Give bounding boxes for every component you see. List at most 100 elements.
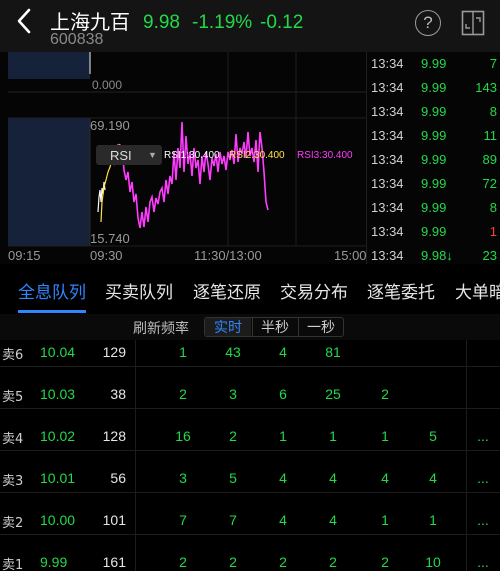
level-volume: 38 xyxy=(110,386,126,402)
level-label: 卖6 xyxy=(2,348,24,363)
tick-time: 13:34 xyxy=(371,80,404,95)
tick-price: 9.99 xyxy=(421,56,447,71)
rsi3-line xyxy=(117,121,269,229)
tick-price: 9.99 xyxy=(421,224,447,239)
order-book-row[interactable]: 卖4 10.02 128 16 2 1 1 1 5... xyxy=(0,411,500,451)
queue-order-size: 1 xyxy=(381,428,389,444)
queue-order-size: 1 xyxy=(329,428,337,444)
tick-row: 13:34 9.99 72 xyxy=(367,172,500,196)
level-price: 9.99 xyxy=(40,554,68,570)
queue-order-size: 4 xyxy=(279,470,287,486)
queue-order-size: 4 xyxy=(279,512,287,528)
order-book-row[interactable]: 卖3 10.01 56 3 5 4 4 4 4... xyxy=(0,453,500,493)
tick-volume: 143 xyxy=(475,80,497,95)
level-volume: 56 xyxy=(110,470,126,486)
tick-volume: 8 xyxy=(489,104,497,119)
stock-code: 600838 xyxy=(50,31,104,48)
queue-order-size: 1 xyxy=(381,512,389,528)
intraday-chart[interactable]: 0.000 RSI ▼ RSI1:30.400 RSI2:30.400 RSI3… xyxy=(0,52,367,264)
column-divider xyxy=(466,340,467,571)
queue-order-size: 2 xyxy=(179,386,187,402)
order-book-row[interactable]: 卖1 9.99 161 2 2 2 2 2 10... xyxy=(0,537,500,571)
tab-buy-sell-queue[interactable]: 买卖队列 xyxy=(105,278,173,303)
queue-order-size: 5 xyxy=(229,470,237,486)
queue-order-size: 43 xyxy=(225,344,241,360)
queue-order-size: 2 xyxy=(229,428,237,444)
level-volume: 129 xyxy=(102,344,126,360)
pre-market-rsi-area xyxy=(8,118,90,246)
tick-time: 13:34 xyxy=(371,248,404,263)
pre-market-volume-area xyxy=(8,52,90,79)
tab-tick-orders[interactable]: 逐笔委托 xyxy=(367,278,435,303)
tick-time: 13:34 xyxy=(371,104,404,119)
tick-volume: 7 xyxy=(489,56,497,71)
rsi3-legend: RSI3:30.400 xyxy=(297,150,353,161)
queue-order-size: 2 xyxy=(381,386,389,402)
queue-order-size: 2 xyxy=(229,554,237,570)
active-tab-indicator xyxy=(18,310,86,313)
rsi2-legend: RSI2:30.400 xyxy=(229,150,285,161)
fullscreen-icon[interactable] xyxy=(461,10,485,36)
time-label: 11:30/13:00 xyxy=(194,248,262,263)
queue-order-size: 5 xyxy=(429,428,437,444)
queue-order-size: 7 xyxy=(179,512,187,528)
queue-order-size: 6 xyxy=(279,386,287,402)
level-price: 10.03 xyxy=(40,386,76,402)
order-book[interactable]: 卖6 10.04 129 1 43 4 81 卖5 10.03 38 2 3 6 25 2 卖4 10.02 12… xyxy=(0,340,500,571)
level-label: 卖5 xyxy=(2,390,24,405)
queue-order-size: 4 xyxy=(329,512,337,528)
tick-price: 9.99 xyxy=(421,104,447,119)
level-volume: 101 xyxy=(102,512,126,528)
tick-volume: 1 xyxy=(489,224,497,239)
level-label: 卖4 xyxy=(2,432,24,447)
order-book-row[interactable]: 卖2 10.00 101 7 7 4 4 1 1... xyxy=(0,495,500,535)
queue-order-size: ... xyxy=(477,428,489,444)
queue-order-size: 1 xyxy=(429,512,437,528)
tick-price: 9.99 xyxy=(421,128,447,143)
level-price: 10.01 xyxy=(40,470,76,486)
queue-order-size: 2 xyxy=(279,554,287,570)
tick-price: 9.99 xyxy=(421,80,447,95)
tick-volume: 23 xyxy=(482,248,497,263)
queue-order-size: ... xyxy=(477,554,489,570)
level-label: 卖1 xyxy=(2,558,24,571)
queue-order-size: 7 xyxy=(229,512,237,528)
queue-order-size: 2 xyxy=(179,554,187,570)
queue-order-size: ... xyxy=(477,470,489,486)
level-label: 卖2 xyxy=(2,516,24,531)
order-book-row[interactable]: 卖5 10.03 38 2 3 6 25 2 xyxy=(0,369,500,409)
column-divider xyxy=(135,340,136,571)
time-label: 09:15 xyxy=(8,248,41,263)
tick-row: 13:34 9.99 143 xyxy=(367,76,500,100)
tab-tick-restore[interactable]: 逐笔还原 xyxy=(193,278,261,303)
order-book-row[interactable]: 卖6 10.04 129 1 43 4 81 xyxy=(0,327,500,367)
level-label: 卖3 xyxy=(2,474,24,489)
tab-trade-distribution[interactable]: 交易分布 xyxy=(280,278,348,303)
indicator-selector[interactable]: RSI ▼ xyxy=(96,145,162,165)
queue-order-size: ... xyxy=(477,512,489,528)
tick-time: 13:34 xyxy=(371,200,404,215)
back-icon[interactable] xyxy=(14,6,38,40)
time-label: 15:00 xyxy=(334,248,367,263)
queue-order-size: 4 xyxy=(279,344,287,360)
level-volume: 161 xyxy=(102,554,126,570)
tick-volume: 72 xyxy=(482,176,497,191)
tick-time: 13:34 xyxy=(371,152,404,167)
time-label: 09:30 xyxy=(90,248,123,263)
tick-time: 13:34 xyxy=(371,128,404,143)
question-circle-icon[interactable]: ? xyxy=(415,10,441,36)
tick-time: 13:34 xyxy=(371,224,404,239)
tab-full-queue[interactable]: 全息队列 xyxy=(18,278,86,303)
tick-row: 13:34 9.99 8 xyxy=(367,100,500,124)
tick-price: 9.99 xyxy=(421,200,447,215)
last-price: 9.98 xyxy=(143,12,180,33)
tick-volume: 8 xyxy=(489,200,497,215)
queue-order-size: 3 xyxy=(229,386,237,402)
queue-order-size: 4 xyxy=(381,470,389,486)
tick-row: 13:34 9.99 8 xyxy=(367,196,500,220)
queue-order-size: 81 xyxy=(325,344,341,360)
tab-big-order[interactable]: 大单暗 xyxy=(455,278,500,303)
stock-header: 上海九百 600838 9.98 -1.19% -0.12 ? xyxy=(0,0,500,52)
tick-list[interactable]: 13:34 9.99 7 13:34 9.99 143 13:34 9.99 8 13:34 9.9… xyxy=(366,52,500,287)
queue-order-size: 4 xyxy=(429,470,437,486)
